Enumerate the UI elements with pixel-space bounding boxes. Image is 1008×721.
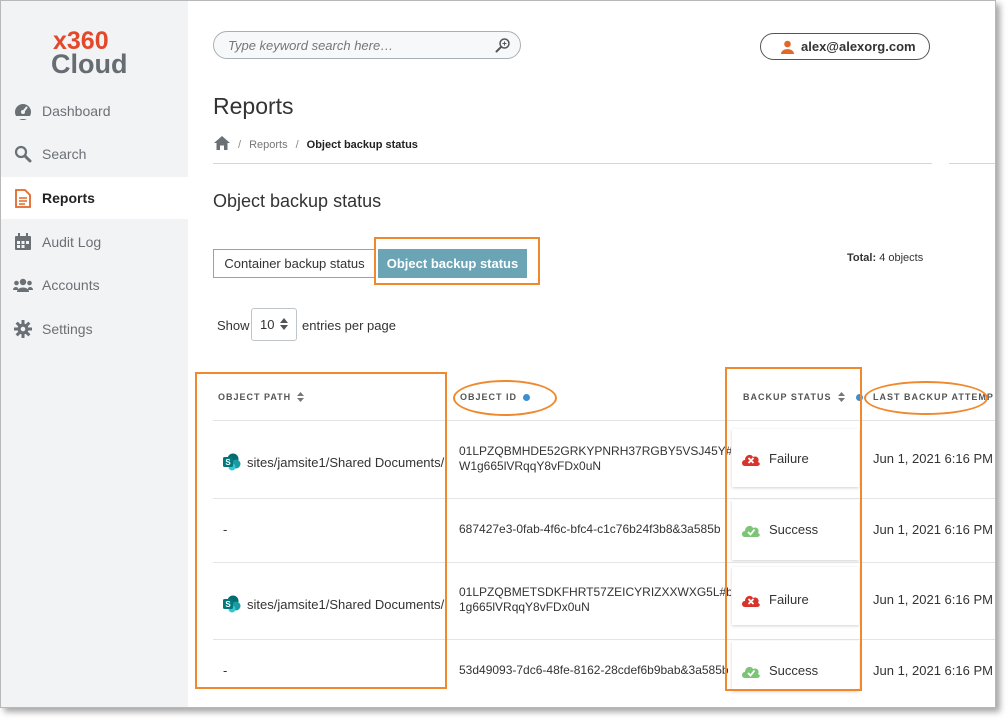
sidebar-item-label: Settings [42,321,93,337]
table-row-1-object-id: 01LPZQBMHDE52GRKYPNRH37RGBY5VSJ45Y#b! W1… [459,444,731,474]
highlight-box [195,372,447,689]
table-row-2-object-id: 687427e3-0fab-4f6c-bfc4-c1c76b24f3b8&3a5… [459,522,731,537]
breadcrumb-separator: / [238,138,242,151]
object-id-line: W1g665lVRqqY8vFDx0uN [459,459,602,473]
header-divider [213,163,932,164]
page-title: Reports [213,93,294,119]
tab-container-backup-status[interactable]: Container backup status [213,249,376,278]
highlight-oval [864,381,988,415]
user-icon [781,40,794,54]
breadcrumb-current: Object backup status [306,138,418,151]
sidebar-item-reports[interactable]: Reports [1,177,188,219]
header-divider [949,163,995,164]
home-icon[interactable] [214,136,230,153]
logo[interactable]: x360 Cloud [51,27,141,79]
user-menu-button[interactable]: alex@alexorg.com [760,33,930,60]
breadcrumb-separator: / [295,138,299,151]
breadcrumb-reports-link[interactable]: Reports [249,139,288,151]
table-row-3-object-id: 01LPZQBMETSDKFHRT57ZEICYRIZXXWXG5L#b!6 1… [459,585,731,615]
calendar-icon [13,232,33,252]
gear-icon [13,319,33,339]
chevron-updown-icon [280,318,288,330]
search-box[interactable] [213,31,521,59]
object-id-line: 53d49093-7dc6-48fe-8162-28cdef6b9bab&3a5… [459,663,729,677]
sidebar-item-label: Reports [42,190,95,206]
sidebar-item-search[interactable]: Search [1,133,188,175]
sidebar-item-audit-log[interactable]: Audit Log [1,221,188,263]
logo-bottom: Cloud [51,49,128,79]
breadcrumb: / Reports / Object backup status [214,136,418,153]
users-icon [13,275,33,295]
table-row-4-object-id: 53d49093-7dc6-48fe-8162-28cdef6b9bab&3a5… [459,663,731,678]
total-value: 4 objects [879,252,924,264]
highlight-box [374,237,540,285]
sidebar-item-label: Accounts [42,277,100,293]
user-email: alex@alexorg.com [801,39,916,54]
sidebar-item-label: Search [42,146,87,162]
sidebar-item-accounts[interactable]: Accounts [1,264,188,306]
sidebar-item-dashboard[interactable]: Dashboard [1,90,188,132]
object-id-line: 687427e3-0fab-4f6c-bfc4-c1c76b24f3b8&3a5… [459,522,721,536]
search-icon [13,144,33,164]
search-input[interactable] [226,37,490,54]
dashboard-icon [13,101,33,121]
total-label: Total: [847,252,877,264]
highlight-oval [453,380,557,416]
total-count: Total: 4 objects [847,252,923,264]
entries-label: entries per page [302,318,396,333]
sidebar: x360 Cloud Dashboard Search Reports Audi… [1,1,188,707]
object-id-line: 1g665lVRqqY8vFDx0uN [459,600,590,614]
table-row-1-date: Jun 1, 2021 6:16 PM [873,451,993,466]
table-row-2-date: Jun 1, 2021 6:16 PM [873,522,993,537]
highlight-box [725,367,862,691]
sidebar-item-label: Dashboard [42,103,111,119]
section-title: Object backup status [213,191,382,211]
object-id-line: 01LPZQBMHDE52GRKYPNRH37RGBY5VSJ45Y#b! [459,444,731,458]
document-icon [13,188,33,208]
search-icon[interactable] [495,37,511,53]
table-row-3-date: Jun 1, 2021 6:16 PM [873,592,993,607]
page-size-value: 10 [260,317,275,332]
object-id-line: 01LPZQBMETSDKFHRT57ZEICYRIZXXWXG5L#b!6 [459,585,731,599]
app-window: x360 Cloud Dashboard Search Reports Audi… [0,0,996,708]
sidebar-item-settings[interactable]: Settings [1,308,188,350]
page-size-select[interactable]: 10 [251,308,297,341]
show-label: Show [217,318,250,333]
sidebar-item-label: Audit Log [42,234,102,250]
table-row-4-date: Jun 1, 2021 6:16 PM [873,663,993,678]
